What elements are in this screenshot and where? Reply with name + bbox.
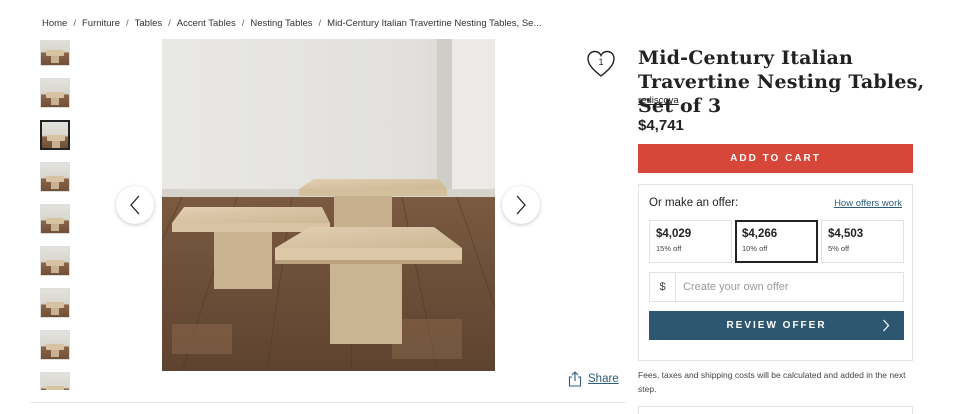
breadcrumb-separator: /: [318, 18, 322, 29]
share-label: Share: [588, 373, 619, 385]
chevron-right-icon: [516, 195, 526, 215]
thumbnail[interactable]: [40, 372, 70, 390]
offer-discount: 15% off: [656, 244, 682, 253]
offer-discount: 10% off: [742, 244, 768, 253]
review-offer-button[interactable]: REVIEW OFFER: [649, 311, 904, 340]
thumbnail[interactable]: [40, 78, 70, 108]
breadcrumb-separator: /: [241, 18, 245, 29]
thumbnail-image: [41, 331, 69, 359]
offer-discount: 5% off: [828, 244, 850, 253]
thumbnail-strip: [40, 40, 72, 390]
thumbnail[interactable]: [40, 204, 70, 234]
breadcrumb-nesting-tables[interactable]: Nesting Tables: [250, 18, 312, 29]
offer-option-selected[interactable]: $4,266 10% off: [735, 220, 818, 263]
make-offer-panel: Or make an offer: How offers work $4,029…: [638, 184, 913, 361]
thumbnail[interactable]: [40, 162, 70, 192]
breadcrumb-separator: /: [73, 18, 76, 29]
thumbnail[interactable]: [40, 330, 70, 360]
thumbnail-image: [41, 373, 69, 390]
thumbnail-image: [41, 40, 69, 65]
thumbnail[interactable]: [40, 288, 70, 318]
add-to-cart-button[interactable]: ADD TO CART: [638, 144, 913, 173]
previous-image-button[interactable]: [116, 186, 154, 224]
chevron-left-icon: [130, 195, 140, 215]
offer-amount: $4,029: [656, 228, 692, 240]
travertine-tables-photo: [162, 39, 495, 371]
thumbnail[interactable]: [40, 40, 70, 66]
thumbnail-image: [41, 205, 69, 233]
breadcrumb: Home / Furniture / Tables / Accent Table…: [42, 18, 541, 29]
offer-amount: $4,503: [828, 228, 864, 240]
offer-heading: Or make an offer:: [649, 197, 739, 209]
thumbnail-image: [41, 289, 69, 317]
offer-option[interactable]: $4,029 15% off: [649, 220, 732, 263]
thumbnail-image: [42, 122, 68, 148]
product-price: $4,741: [638, 117, 684, 134]
favorite-count: 1: [598, 57, 604, 67]
fees-note: Fees, taxes and shipping costs will be c…: [638, 370, 906, 394]
offer-amount: $4,266: [742, 228, 778, 240]
share-button[interactable]: Share: [568, 371, 619, 387]
chevron-right-icon: [883, 319, 890, 332]
product-title: Mid-Century Italian Travertine Nesting T…: [638, 47, 925, 117]
how-offers-work-link[interactable]: How offers work: [834, 198, 902, 209]
breadcrumb-current: Mid-Century Italian Travertine Nesting T…: [327, 18, 542, 29]
share-icon: [568, 371, 582, 387]
main-product-image[interactable]: [162, 39, 495, 371]
breadcrumb-separator: /: [126, 18, 129, 29]
seller-link[interactable]: rediscova: [638, 95, 679, 106]
review-offer-label: REVIEW OFFER: [726, 320, 827, 331]
thumbnail-image: [41, 163, 69, 191]
thumbnail-active[interactable]: [40, 120, 70, 150]
custom-offer-field: $: [649, 272, 904, 302]
custom-offer-input[interactable]: [676, 273, 903, 301]
breadcrumb-tables[interactable]: Tables: [135, 18, 162, 29]
thumbnail[interactable]: [40, 246, 70, 276]
breadcrumb-home[interactable]: Home: [42, 18, 67, 29]
next-panel: [638, 406, 913, 414]
offer-option[interactable]: $4,503 5% off: [821, 220, 904, 263]
thumbnail-image: [41, 79, 69, 107]
thumbnail-image: [41, 247, 69, 275]
currency-symbol: $: [650, 273, 676, 301]
next-image-button[interactable]: [502, 186, 540, 224]
breadcrumb-furniture[interactable]: Furniture: [82, 18, 120, 29]
favorite-button[interactable]: 1: [586, 49, 616, 79]
breadcrumb-accent-tables[interactable]: Accent Tables: [177, 18, 236, 29]
breadcrumb-separator: /: [168, 18, 171, 29]
divider: [30, 402, 626, 403]
